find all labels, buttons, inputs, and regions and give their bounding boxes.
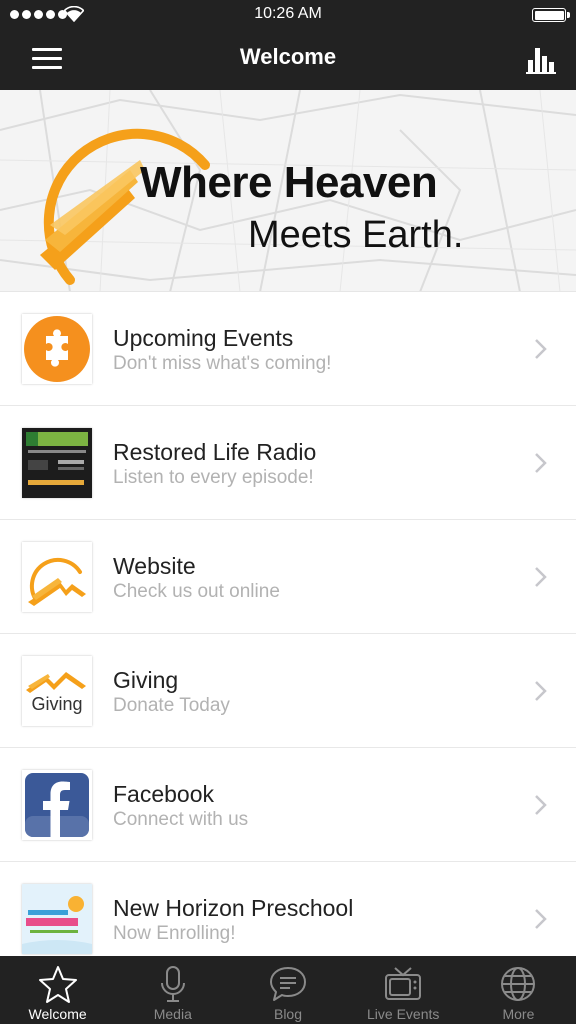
- tab-label: More: [502, 1006, 535, 1022]
- list-item-title: Facebook: [113, 781, 215, 807]
- tab-label: Blog: [273, 1006, 303, 1022]
- list-item-subtitle: Now Enrolling!: [113, 923, 236, 944]
- chevron-right-icon: [535, 909, 547, 929]
- church-logo-icon: [22, 542, 92, 612]
- speech-bubble-icon: [270, 967, 306, 1001]
- top-bar: 10:26 AM Welcome: [0, 0, 576, 90]
- tv-icon: [385, 967, 422, 1000]
- list-item-title: Upcoming Events: [113, 325, 294, 351]
- tab-media[interactable]: Media: [115, 956, 230, 1024]
- list-item-subtitle: Don't miss what's coming!: [113, 353, 332, 374]
- page-title: Welcome: [239, 44, 337, 69]
- tab-label: Live Events: [367, 1006, 440, 1022]
- chevron-right-icon: [535, 453, 547, 473]
- giving-logo-icon: Giving: [22, 656, 92, 726]
- chevron-right-icon: [535, 681, 547, 701]
- list-item-facebook[interactable]: Facebook Connect with us: [0, 748, 576, 862]
- list-item-website[interactable]: Website Check us out online: [0, 520, 576, 634]
- list-item-title: Restored Life Radio: [113, 439, 317, 465]
- globe-icon: [501, 967, 536, 1001]
- chevron-right-icon: [535, 795, 547, 815]
- list-item-subtitle: Donate Today: [113, 695, 230, 716]
- status-time: 10:26 AM: [254, 5, 322, 22]
- preschool-logo: [22, 884, 92, 954]
- tab-live-events[interactable]: Live Events: [346, 956, 461, 1024]
- list-item-subtitle: Connect with us: [113, 809, 249, 830]
- list-item-title: Website: [113, 553, 196, 579]
- list-item-new-horizon-preschool[interactable]: New Horizon Preschool Now Enrolling!: [0, 862, 576, 956]
- tab-label: Media: [153, 1006, 192, 1022]
- list-item-title: Giving: [113, 667, 179, 693]
- bar-chart-icon[interactable]: [526, 44, 556, 74]
- tab-bar: Welcome Media Blog Live Events More: [0, 956, 576, 1024]
- microphone-icon: [160, 966, 185, 1002]
- facebook-icon: [22, 770, 92, 840]
- list-item-restored-life-radio[interactable]: Restored Life Radio Listen to every epis…: [0, 406, 576, 520]
- list-item-giving[interactable]: Giving Giving Donate Today: [0, 634, 576, 748]
- list-item-subtitle: Check us out online: [113, 581, 280, 602]
- tab-blog[interactable]: Blog: [230, 956, 345, 1024]
- status-bar: 10:26 AM: [0, 0, 576, 30]
- menu-list: Upcoming Events Don't miss what's coming…: [0, 292, 576, 956]
- chevron-right-icon: [535, 567, 547, 587]
- tab-welcome[interactable]: Welcome: [0, 956, 115, 1024]
- list-item-upcoming-events[interactable]: Upcoming Events Don't miss what's coming…: [0, 292, 576, 406]
- radio-thumbnail: [22, 428, 92, 498]
- navigation-bar: Welcome: [0, 30, 576, 90]
- battery-icon: [532, 8, 570, 22]
- tab-label: Welcome: [28, 1006, 87, 1022]
- giving-thumb-text: Giving: [31, 694, 83, 714]
- list-item-subtitle: Listen to every episode!: [113, 467, 314, 488]
- church-banner: Where Heaven Meets Earth.: [0, 90, 576, 292]
- chevron-right-icon: [535, 339, 547, 359]
- list-item-title: New Horizon Preschool: [113, 895, 354, 921]
- banner-subheading: Meets Earth.: [248, 214, 464, 256]
- tab-more[interactable]: More: [461, 956, 576, 1024]
- banner-heading: Where Heaven: [140, 158, 438, 207]
- star-icon: [38, 966, 77, 1003]
- puzzle-icon: [22, 314, 92, 384]
